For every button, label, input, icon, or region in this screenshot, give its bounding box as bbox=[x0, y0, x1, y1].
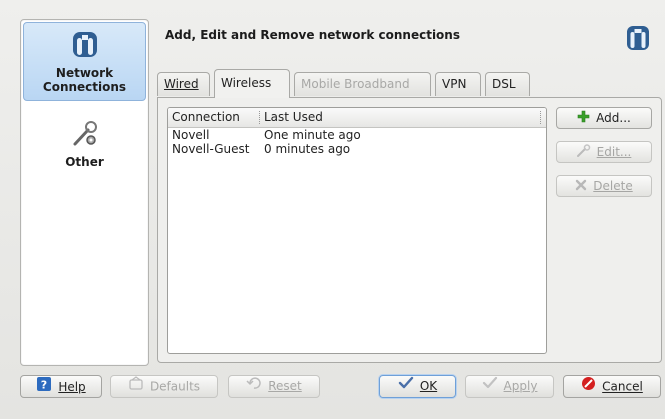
checkmark-icon bbox=[398, 376, 414, 397]
last-used: One minute ago bbox=[264, 128, 361, 142]
category-label-line2: Connections bbox=[42, 80, 127, 94]
help-icon: ? bbox=[36, 376, 52, 399]
category-panel: Network Connections Other bbox=[20, 19, 149, 366]
tab-wired[interactable]: Wired bbox=[157, 72, 210, 96]
plus-icon bbox=[577, 109, 590, 129]
add-button[interactable]: Add... bbox=[556, 107, 652, 129]
tab-dsl[interactable]: DSL bbox=[485, 72, 530, 96]
edit-icon bbox=[576, 143, 591, 163]
table-row[interactable]: Novell One minute ago bbox=[168, 128, 546, 142]
last-used: 0 minutes ago bbox=[264, 142, 351, 156]
wireless-tab-pane: Connection Last Used Novell One minute a… bbox=[157, 97, 662, 363]
cancel-button[interactable]: Cancel bbox=[563, 375, 661, 398]
tab-label: VPN bbox=[442, 77, 467, 91]
cancel-icon bbox=[581, 376, 596, 398]
reset-button[interactable]: Reset bbox=[228, 375, 320, 398]
column-header-last-used[interactable]: Last Used bbox=[264, 110, 323, 124]
connection-name: Novell-Guest bbox=[172, 142, 250, 156]
connection-name: Novell bbox=[172, 128, 210, 142]
add-label: Add... bbox=[596, 111, 631, 125]
list-header: Connection Last Used bbox=[168, 108, 546, 128]
tab-label: DSL bbox=[492, 77, 516, 91]
tab-label: Wired bbox=[164, 77, 199, 91]
delete-icon bbox=[575, 177, 587, 197]
apply-label: Apply bbox=[503, 379, 538, 393]
column-separator[interactable] bbox=[540, 111, 542, 124]
checkmark-icon bbox=[482, 376, 498, 397]
defaults-label: Defaults bbox=[149, 379, 201, 394]
wrench-gear-icon bbox=[23, 118, 146, 151]
edit-label: Edit... bbox=[596, 145, 632, 159]
network-connections-icon bbox=[626, 25, 650, 54]
category-label: Other bbox=[65, 155, 104, 169]
tab-wireless[interactable]: Wireless bbox=[214, 69, 290, 98]
page-title: Add, Edit and Remove network connections bbox=[165, 28, 460, 42]
defaults-button[interactable]: Defaults bbox=[110, 375, 218, 398]
ok-label: OK bbox=[419, 379, 438, 393]
kde-settings-window: Network Connections Other Add, Edit and … bbox=[0, 0, 665, 419]
reset-icon bbox=[246, 376, 262, 397]
cancel-label: Cancel bbox=[602, 379, 643, 394]
help-label: Help bbox=[58, 380, 86, 394]
ok-button[interactable]: OK bbox=[379, 375, 456, 398]
column-separator[interactable] bbox=[259, 111, 261, 124]
category-label-line1: Network bbox=[55, 66, 114, 80]
tab-label: Wireless bbox=[221, 76, 272, 90]
help-button[interactable]: ? Help bbox=[20, 375, 102, 398]
edit-button[interactable]: Edit... bbox=[556, 141, 652, 163]
defaults-icon bbox=[128, 376, 144, 398]
reset-label: Reset bbox=[268, 379, 302, 393]
network-connections-icon bbox=[24, 29, 145, 62]
table-row[interactable]: Novell-Guest 0 minutes ago bbox=[168, 142, 546, 156]
category-network-connections[interactable]: Network Connections bbox=[23, 22, 146, 101]
tab-vpn[interactable]: VPN bbox=[435, 72, 481, 96]
category-other[interactable]: Other bbox=[23, 112, 146, 172]
tab-label: Mobile Broadband bbox=[301, 77, 410, 91]
svg-text:?: ? bbox=[41, 379, 47, 392]
delete-label: Delete bbox=[593, 179, 633, 193]
apply-button[interactable]: Apply bbox=[465, 375, 554, 398]
connections-list[interactable]: Connection Last Used Novell One minute a… bbox=[167, 107, 547, 354]
delete-button[interactable]: Delete bbox=[556, 175, 652, 197]
tab-mobile-broadband[interactable]: Mobile Broadband bbox=[294, 72, 431, 96]
column-header-connection[interactable]: Connection bbox=[172, 110, 240, 124]
